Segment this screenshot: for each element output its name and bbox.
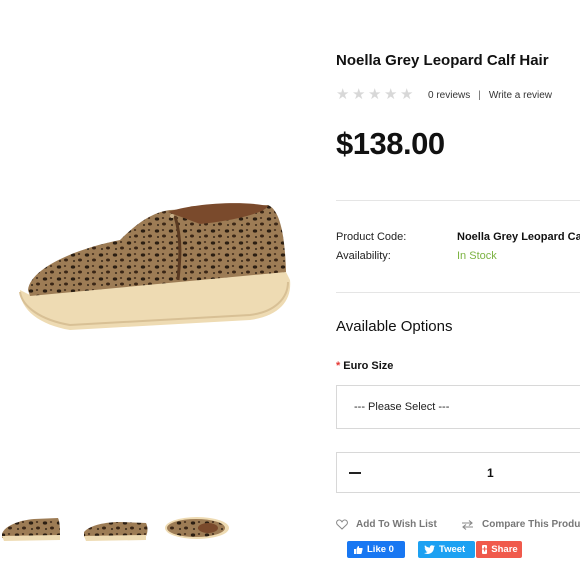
add-to-wishlist-link[interactable]: Add To Wish List <box>336 519 437 530</box>
thumbnail-top[interactable] <box>162 508 232 548</box>
star-icon: ★ <box>368 86 382 103</box>
plus-icon: + <box>482 544 488 554</box>
product-title: Noella Grey Leopard Calf Hair <box>336 52 549 69</box>
tweet-label: Tweet <box>439 544 466 555</box>
reviews-links: 0 reviews | Write a review <box>428 90 552 101</box>
divider <box>336 200 580 201</box>
star-icon: ★ <box>336 86 350 103</box>
product-code-label: Product Code: <box>336 231 407 243</box>
wishlist-label: Add To Wish List <box>356 519 437 530</box>
facebook-like-button[interactable]: Like 0 <box>347 541 405 558</box>
availability-value: In Stock <box>457 250 497 262</box>
compare-arrows-icon <box>462 519 473 530</box>
facebook-like-label: Like 0 <box>367 544 394 555</box>
thumbnail-angle[interactable] <box>80 508 150 548</box>
quantity-stepper: 1 <box>336 452 580 493</box>
star-icon: ★ <box>400 86 414 103</box>
euro-size-select[interactable]: --- Please Select --- <box>336 385 580 429</box>
decrease-quantity-button[interactable] <box>349 472 361 474</box>
share-label: Share <box>491 544 518 555</box>
euro-size-label-text: Euro Size <box>343 360 394 372</box>
divider <box>336 292 580 293</box>
quantity-value[interactable]: 1 <box>487 466 494 480</box>
separator: | <box>478 90 481 101</box>
thumbs-up-icon <box>354 545 363 554</box>
star-icon: ★ <box>352 86 366 103</box>
write-review-link[interactable]: Write a review <box>489 90 552 101</box>
product-code-value: Noella Grey Leopard Ca <box>457 231 580 243</box>
availability-label: Availability: <box>336 250 391 262</box>
twitter-bird-icon <box>424 545 435 554</box>
heart-icon <box>336 519 348 530</box>
compare-product-link[interactable]: Compare This Produc <box>461 519 580 530</box>
options-title: Available Options <box>336 318 453 335</box>
reviews-count-link[interactable]: 0 reviews <box>428 90 470 101</box>
share-button[interactable]: + Share <box>476 541 522 558</box>
euro-size-label: * Euro Size <box>336 360 393 372</box>
tweet-button[interactable]: Tweet <box>418 541 475 558</box>
product-price: $138.00 <box>336 126 445 161</box>
required-mark: * <box>336 360 341 372</box>
rating-stars: ★ ★ ★ ★ ★ <box>336 86 414 103</box>
euro-size-select-value: --- Please Select --- <box>354 401 450 413</box>
compare-label: Compare This Produc <box>482 519 580 530</box>
star-icon: ★ <box>384 86 398 103</box>
thumbnail-side[interactable] <box>0 508 62 548</box>
product-main-image[interactable] <box>0 120 300 390</box>
